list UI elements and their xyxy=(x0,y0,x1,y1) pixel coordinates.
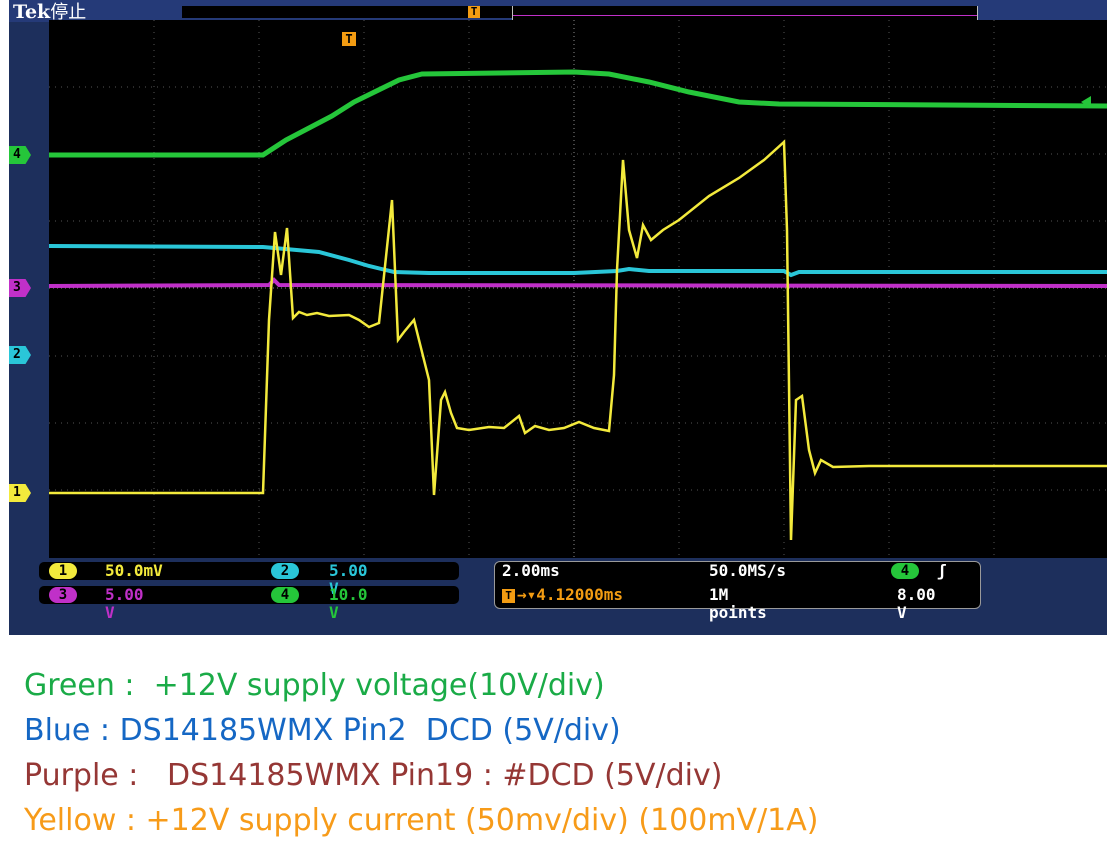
ch3-purple-trace xyxy=(49,277,1107,288)
time-per-div: 2.00ms xyxy=(502,561,560,580)
ch1-ch2-readout-row xyxy=(39,562,459,580)
trigger-slope-icon: ʃ xyxy=(937,561,947,580)
oscilloscope-display: Tek停止 T T 4 3 2 1 1 50.0mV 2 5.00 V 3 5.… xyxy=(9,0,1107,635)
trigger-delay: →▾4.12000ms xyxy=(517,585,623,604)
trigger-level-arrow-icon xyxy=(1081,96,1091,108)
ch3-badge[interactable]: 3 xyxy=(49,587,77,603)
scope-top-bar: Tek停止 T xyxy=(9,0,1107,25)
ch1-scale: 50.0mV xyxy=(105,561,163,580)
trigger-marker-icon: T xyxy=(342,32,356,46)
legend-green: Green : +12V supply voltage(10V/div) xyxy=(24,668,605,703)
ch3-ch4-readout-row xyxy=(39,586,459,604)
ch2-cyan-trace xyxy=(49,244,1107,278)
channel-3-marker[interactable]: 3 xyxy=(9,279,31,297)
trigger-level: 8.00 V xyxy=(897,585,936,622)
channel-1-marker[interactable]: 1 xyxy=(9,484,31,502)
ch1-yellow-trace xyxy=(49,139,1107,541)
channel-4-marker[interactable]: 4 xyxy=(9,146,31,164)
ch4-scale: 10.0 V xyxy=(329,585,368,622)
channel-2-marker[interactable]: 2 xyxy=(9,346,31,364)
ch2-badge[interactable]: 2 xyxy=(271,563,299,579)
legend-yellow: Yellow : +12V supply current (50mv/div) … xyxy=(24,803,819,838)
sample-rate: 50.0MS/s xyxy=(709,561,787,580)
waveform-graticule xyxy=(49,20,1107,558)
trigger-position-icon: T xyxy=(468,6,480,18)
graticule-grid xyxy=(49,20,1107,558)
ch4-green-trace xyxy=(49,69,1107,158)
ch3-scale: 5.00 V xyxy=(105,585,144,622)
trigger-delay-icon: T xyxy=(502,589,515,603)
trigger-source-badge[interactable]: 4 xyxy=(891,563,919,579)
ch4-badge[interactable]: 4 xyxy=(271,587,299,603)
record-overview-bar: T xyxy=(182,6,978,25)
waveform-plot xyxy=(49,20,1107,558)
ch1-badge[interactable]: 1 xyxy=(49,563,77,579)
record-length: 1M points xyxy=(709,585,767,622)
graticule-center-axes xyxy=(49,20,1107,558)
legend-blue: Blue : DS14185WMX Pin2 DCD (5V/div) xyxy=(24,713,621,748)
legend-purple: Purple : DS14185WMX Pin19 : #DCD (5V/div… xyxy=(24,758,723,793)
